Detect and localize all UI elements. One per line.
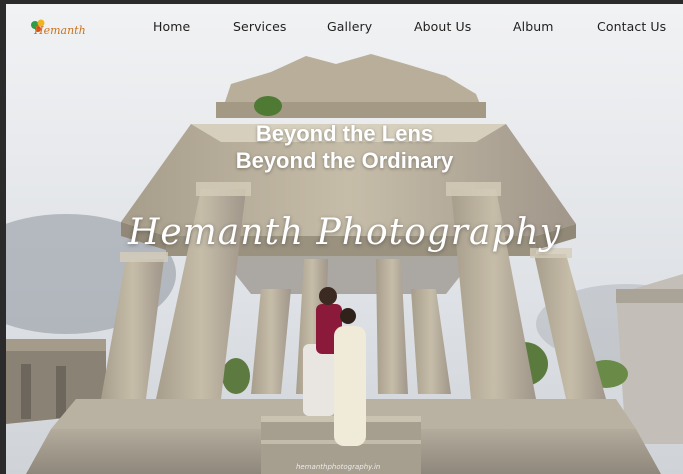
nav-gallery[interactable]: Gallery (327, 19, 372, 34)
nav-contact-us[interactable]: Contact Us (597, 19, 666, 34)
brand-logo[interactable]: Hemanth (26, 16, 86, 42)
logo-text: Hemanth (34, 24, 86, 37)
hero-banner: Hemanth Home Services Gallery About Us A… (6, 4, 683, 474)
nav-album[interactable]: Album (513, 19, 554, 34)
hero-brand-title: Hemanth Photography (127, 212, 562, 253)
hero-tagline-line2: Beyond the Ordinary (235, 148, 454, 173)
hero-tagline-line1: Beyond the Lens (255, 121, 434, 146)
top-navigation: Hemanth Home Services Gallery About Us A… (6, 4, 683, 48)
nav-services[interactable]: Services (233, 19, 287, 34)
photo-watermark: hemanthphotography.in (296, 463, 381, 471)
nav-about-us[interactable]: About Us (414, 19, 471, 34)
nav-home[interactable]: Home (153, 19, 190, 34)
website-frame: Hemanth Home Services Gallery About Us A… (0, 0, 683, 474)
